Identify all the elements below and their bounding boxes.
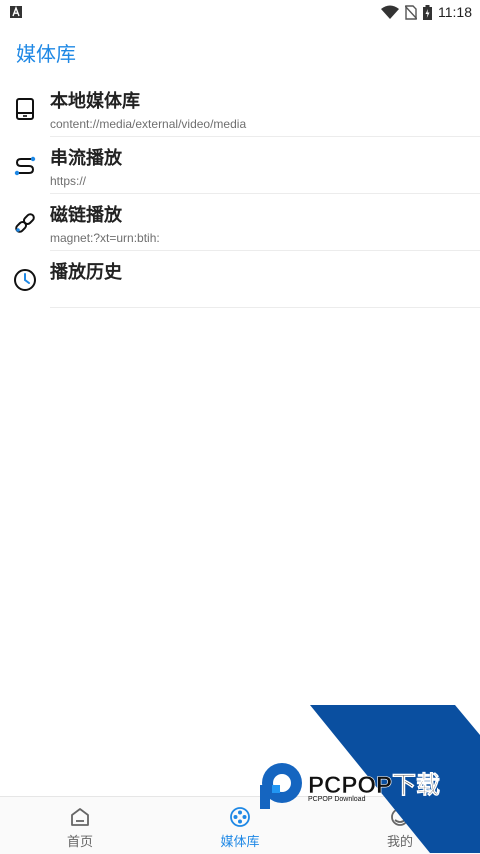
nav-item-media-library[interactable]: 媒体库 [160,797,320,854]
list-item-local-media[interactable]: 本地媒体库 content://media/external/video/med… [0,80,480,137]
list-item-history[interactable]: 播放历史 [0,251,480,308]
list-item-subtitle: https:// [50,174,87,188]
nav-item-home[interactable]: 首页 [0,797,160,854]
nav-label: 媒体库 [220,835,260,850]
list-item-title: 磁链播放 [50,205,122,226]
divider [50,307,480,308]
list-item-title: 播放历史 [50,262,122,283]
nav-item-profile[interactable]: 我的 [320,797,480,854]
status-right: 11:18 [381,4,472,20]
bottom-navigation: 首页 媒体库 我的 [0,796,480,854]
watermark-brand: PCPOP下载 [308,772,440,799]
media-source-list: 本地媒体库 content://media/external/video/med… [0,80,480,308]
battery-charging-icon [423,4,432,20]
nav-label: 首页 [66,835,93,850]
nav-label: 我的 [386,835,413,850]
list-item-subtitle: content://media/external/video/media [50,117,247,131]
home-icon [71,808,89,826]
status-bar: 11:18 [0,0,480,24]
status-left [10,6,22,18]
list-item-subtitle: magnet:?xt=urn:btih: [50,231,160,245]
profile-icon [391,808,409,826]
list-item-magnet[interactable]: 磁链播放 magnet:?xt=urn:btih: [0,194,480,251]
film-reel-icon [230,807,250,827]
stream-path-icon [14,156,36,176]
tablet-icon [16,98,34,120]
list-item-title: 串流播放 [50,148,122,169]
clock-icon [14,269,36,291]
page-title: 媒体库 [16,42,76,66]
list-item-stream[interactable]: 串流播放 https:// [0,137,480,194]
status-time: 11:18 [438,4,472,20]
list-item-title: 本地媒体库 [50,91,140,112]
link-icon [15,213,35,233]
wifi-icon [381,5,399,19]
no-sim-icon [405,4,417,20]
a-notification-icon [10,6,22,18]
